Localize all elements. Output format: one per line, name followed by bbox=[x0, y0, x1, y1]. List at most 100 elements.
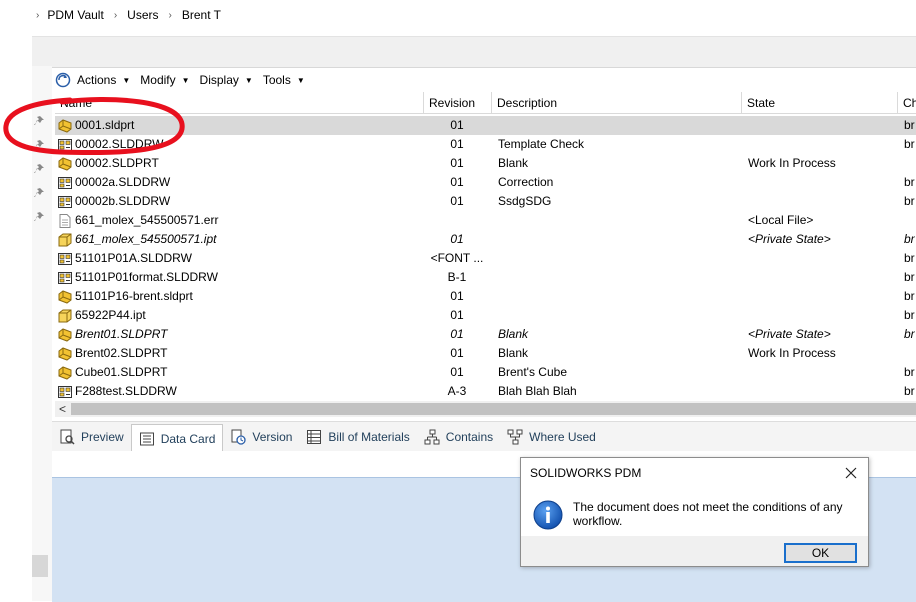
description-cell: Blank bbox=[498, 156, 529, 170]
modify-menu[interactable]: Modify ▼ bbox=[140, 73, 189, 87]
dropdown-arrow-icon: ▼ bbox=[244, 75, 253, 85]
file-name-cell: 00002b.SLDDRW bbox=[57, 192, 422, 211]
state-cell bbox=[748, 306, 898, 325]
drawing-file-icon bbox=[58, 385, 72, 398]
tab-preview[interactable]: Preview bbox=[52, 424, 131, 450]
file-name-cell: Brent02.SLDPRT bbox=[57, 344, 422, 363]
description-cell: Blah Blah Blah bbox=[498, 384, 577, 398]
dialog-titlebar[interactable]: SOLIDWORKS PDM bbox=[521, 458, 868, 488]
description-cell bbox=[498, 306, 743, 325]
tab-label: Preview bbox=[81, 430, 124, 444]
drawing-file-icon bbox=[58, 176, 72, 189]
part-file-icon bbox=[58, 346, 72, 361]
scrollbar-thumb[interactable] bbox=[71, 403, 916, 415]
tab-where-used[interactable]: Where Used bbox=[500, 424, 603, 450]
column-header-checked[interactable]: Ch bbox=[898, 92, 916, 114]
ok-button[interactable]: OK bbox=[784, 543, 857, 563]
state-cell bbox=[748, 116, 898, 135]
state-cell bbox=[748, 173, 898, 192]
table-row[interactable]: 661_molex_545500571.ipt 01 <Private State>… bbox=[55, 230, 916, 249]
revision-cell: 01 bbox=[450, 289, 464, 303]
state-cell bbox=[748, 249, 898, 268]
table-row[interactable]: F288test.SLDDRW A-3 Blah Blah Blah br bbox=[55, 382, 916, 400]
revision-cell: 01 bbox=[450, 308, 464, 322]
data-card-icon bbox=[139, 432, 154, 445]
tab-bill-of-materials[interactable]: Bill of Materials bbox=[299, 424, 416, 450]
table-row[interactable]: Cube01.SLDPRT 01 Brent's Cube br bbox=[55, 363, 916, 382]
column-header-label: State bbox=[747, 95, 776, 110]
checked-out-cell: br bbox=[904, 118, 915, 132]
column-header-revision[interactable]: Revision bbox=[424, 92, 492, 114]
checked-out-cell: br bbox=[904, 137, 915, 151]
dropdown-arrow-icon: ▼ bbox=[296, 75, 305, 85]
table-row[interactable]: 00002b.SLDDRW 01 SsdgSDG br bbox=[55, 192, 916, 211]
table-row[interactable]: 00002.SLDDRW 01 Template Check br bbox=[55, 135, 916, 154]
actions-label: Actions bbox=[77, 73, 117, 87]
table-row[interactable]: 00002.SLDPRT 01 Blank Work In Process bbox=[55, 154, 916, 173]
info-icon bbox=[533, 500, 563, 530]
file-name: 00002.SLDPRT bbox=[75, 156, 159, 170]
bom-icon bbox=[307, 430, 322, 444]
tab-label: Version bbox=[252, 430, 293, 444]
table-row[interactable]: 661_molex_545500571.err <Local File> bbox=[55, 211, 916, 230]
file-name: 661_molex_545500571.err bbox=[75, 213, 219, 227]
revision-cell: 01 bbox=[450, 156, 464, 170]
tab-contains[interactable]: Contains bbox=[417, 424, 500, 450]
revision-cell: A-3 bbox=[447, 384, 467, 398]
preview-icon bbox=[60, 429, 75, 445]
close-icon[interactable] bbox=[842, 464, 860, 482]
pin-icon[interactable] bbox=[34, 138, 46, 150]
scroll-left-icon[interactable]: < bbox=[59, 401, 66, 417]
display-menu[interactable]: Display ▼ bbox=[200, 73, 253, 87]
checked-out-cell bbox=[904, 154, 916, 173]
where-used-icon bbox=[507, 429, 523, 445]
tools-menu[interactable]: Tools ▼ bbox=[263, 73, 305, 87]
pin-icon[interactable] bbox=[34, 186, 46, 198]
table-row[interactable]: 00002a.SLDDRW 01 Correction br bbox=[55, 173, 916, 192]
table-row[interactable]: Brent02.SLDPRT 01 Blank Work In Process bbox=[55, 344, 916, 363]
description-cell: SsdgSDG bbox=[498, 194, 552, 208]
file-name-cell: 661_molex_545500571.err bbox=[57, 211, 422, 230]
breadcrumb-users[interactable]: Users bbox=[127, 8, 158, 22]
file-list: Name Revision Description State Ch 0001.… bbox=[55, 92, 916, 400]
breadcrumb-vault[interactable]: PDM Vault bbox=[47, 8, 103, 22]
state-cell: Work In Process bbox=[748, 156, 836, 170]
file-name-cell: 65922P44.ipt bbox=[57, 306, 422, 325]
revision-cell: 01 bbox=[450, 118, 464, 132]
tab-version[interactable]: Version bbox=[223, 424, 299, 450]
breadcrumb: › PDM Vault › Users › Brent T bbox=[0, 0, 916, 30]
part-file-icon bbox=[58, 118, 72, 133]
file-name-cell: 0001.sldprt bbox=[57, 116, 422, 135]
column-header-name[interactable]: Name bbox=[55, 92, 424, 114]
horizontal-scrollbar[interactable]: < bbox=[55, 401, 916, 417]
checked-out-cell: br bbox=[904, 327, 915, 341]
revision-cell: 01 bbox=[450, 365, 464, 379]
table-row[interactable]: 65922P44.ipt 01 br bbox=[55, 306, 916, 325]
description-cell bbox=[498, 268, 743, 287]
table-row[interactable]: 51101P01A.SLDDRW <FONT ... br bbox=[55, 249, 916, 268]
tab-data-card[interactable]: Data Card bbox=[130, 423, 224, 453]
file-name: 00002.SLDDRW bbox=[75, 137, 164, 151]
dialog-title: SOLIDWORKS PDM bbox=[530, 466, 642, 480]
file-name: 51101P01A.SLDDRW bbox=[75, 251, 192, 265]
table-row[interactable]: Brent01.SLDPRT 01 Blank <Private State> br bbox=[55, 325, 916, 344]
column-header-description[interactable]: Description bbox=[492, 92, 742, 114]
table-row[interactable]: 51101P16-brent.sldprt 01 br bbox=[55, 287, 916, 306]
file-name: Brent01.SLDPRT bbox=[75, 327, 168, 341]
description-cell bbox=[498, 287, 743, 306]
pin-icon[interactable] bbox=[34, 162, 46, 174]
dialog-body: The document does not meet the condition… bbox=[521, 488, 868, 536]
checked-out-cell: br bbox=[904, 251, 915, 265]
breadcrumb-user[interactable]: Brent T bbox=[182, 8, 221, 22]
revision-cell: 01 bbox=[450, 327, 464, 341]
column-header-state[interactable]: State bbox=[742, 92, 898, 114]
file-name: 65922P44.ipt bbox=[75, 308, 146, 322]
pin-icon[interactable] bbox=[34, 210, 46, 222]
table-row[interactable]: 51101P01format.SLDDRW B-1 br bbox=[55, 268, 916, 287]
actions-menu[interactable]: Actions ▼ bbox=[55, 72, 130, 88]
checked-out-cell bbox=[904, 211, 916, 230]
table-row[interactable]: 0001.sldprt 01 br bbox=[55, 116, 916, 135]
pin-icon[interactable] bbox=[34, 114, 46, 126]
version-icon bbox=[231, 429, 247, 445]
checked-out-cell: br bbox=[904, 194, 915, 208]
